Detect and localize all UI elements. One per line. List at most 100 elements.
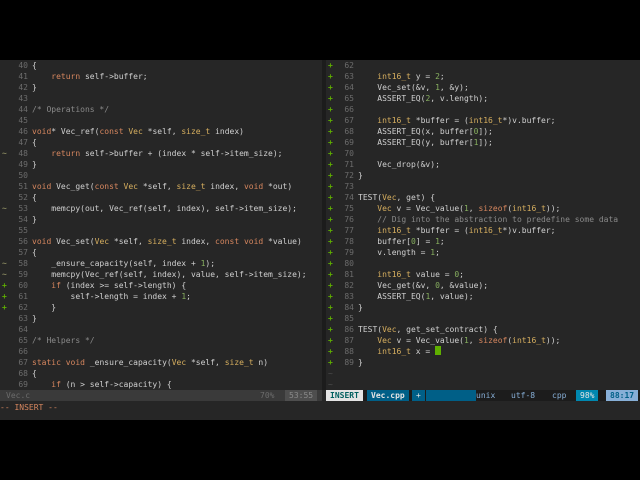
left-code-line[interactable]: 45 (0, 115, 322, 126)
code-text[interactable]: { (32, 192, 37, 203)
code-text[interactable]: } (32, 82, 37, 93)
command-line[interactable]: -- INSERT -- (0, 402, 640, 413)
code-text[interactable]: } (358, 357, 363, 368)
right-code-line[interactable]: +68 ASSERT_EQ(x, buffer[0]); (326, 126, 640, 137)
left-code-line[interactable]: 49} (0, 159, 322, 170)
left-code-line[interactable]: 52 { (0, 192, 322, 203)
left-code-line[interactable]: 66 (0, 346, 322, 357)
left-code-line[interactable]: 46 void* Vec_ref(const Vec *self, size_t … (0, 126, 322, 137)
right-code-line[interactable]: +70 (326, 148, 640, 159)
right-code-line[interactable]: +76 // Dig into the abstraction to prede… (326, 214, 640, 225)
left-code-line[interactable]: 51 void Vec_get(const Vec *self, size_t i… (0, 181, 322, 192)
code-text[interactable]: } (32, 302, 56, 313)
left-code-line[interactable]: 47 { (0, 137, 322, 148)
right-code-line[interactable]: +80 (326, 258, 640, 269)
right-code-line[interactable]: +85 (326, 313, 640, 324)
code-text[interactable]: if (n > self->capacity) { (32, 379, 171, 390)
code-text[interactable]: Vec v = Vec_value(1, sizeof(int16_t)); (358, 335, 560, 346)
left-code-line[interactable]: 55 (0, 225, 322, 236)
code-text[interactable]: } (358, 170, 363, 181)
right-code-line[interactable]: +64 Vec_set(&v, 1, &y); (326, 82, 640, 93)
code-text[interactable]: { (32, 368, 37, 379)
code-text[interactable]: memcpy(Vec_ref(self, index), value, self… (32, 269, 306, 280)
code-text[interactable]: } (358, 302, 363, 313)
left-code-line[interactable]: 43 (0, 93, 322, 104)
left-code-line[interactable]: 56 void Vec_set(Vec *self, size_t index, … (0, 236, 322, 247)
code-text[interactable]: // Dig into the abstraction to predefine… (358, 214, 618, 225)
left-code-line[interactable]: 67 static void _ensure_capacity(Vec *self… (0, 357, 322, 368)
left-code-line[interactable]: 41 return self->buffer; (0, 71, 322, 82)
right-code-line[interactable]: +79 v.length = 1; (326, 247, 640, 258)
code-text[interactable]: return self->buffer; (32, 71, 147, 82)
left-code-line[interactable]: 63} (0, 313, 322, 324)
code-text[interactable]: v.length = 1; (358, 247, 440, 258)
code-text[interactable]: TEST(Vec, get_set_contract) { (358, 324, 498, 335)
right-code-line[interactable]: +81 int16_t value = 0; (326, 269, 640, 280)
code-text[interactable]: buffer[0] = 1; (358, 236, 444, 247)
code-text[interactable]: void* Vec_ref(const Vec *self, size_t in… (32, 126, 244, 137)
right-code-line[interactable]: +62 (326, 60, 640, 71)
code-text[interactable]: } (32, 214, 37, 225)
left-code-line[interactable]: 54} (0, 214, 322, 225)
right-code-line[interactable]: +89} (326, 357, 640, 368)
code-text[interactable]: Vec_get(&v, 0, &value); (358, 280, 488, 291)
code-text[interactable]: int16_t *buffer = (int16_t*)v.buffer; (358, 225, 555, 236)
left-code-line[interactable]: 50 (0, 170, 322, 181)
code-text[interactable]: self->length = index + 1; (32, 291, 191, 302)
right-code-line[interactable]: +67 int16_t *buffer = (int16_t*)v.buffer… (326, 115, 640, 126)
right-code-line[interactable]: +69 ASSERT_EQ(y, buffer[1]); (326, 137, 640, 148)
left-code-line[interactable]: ~53 memcpy(out, Vec_ref(self, index), se… (0, 203, 322, 214)
code-text[interactable]: void Vec_set(Vec *self, size_t index, co… (32, 236, 302, 247)
right-code-line[interactable]: +86 TEST(Vec, get_set_contract) { (326, 324, 640, 335)
right-code-line[interactable]: +84} (326, 302, 640, 313)
left-code-line[interactable]: ~59 memcpy(Vec_ref(self, index), value, … (0, 269, 322, 280)
code-text[interactable]: _ensure_capacity(self, index + 1); (32, 258, 215, 269)
code-text[interactable]: Vec v = Vec_value(1, sizeof(int16_t)); (358, 203, 560, 214)
code-text[interactable]: memcpy(out, Vec_ref(self, index), self->… (32, 203, 297, 214)
right-code-line[interactable]: +87 Vec v = Vec_value(1, sizeof(int16_t)… (326, 335, 640, 346)
code-text[interactable]: { (32, 137, 37, 148)
code-text[interactable]: if (index >= self->length) { (32, 280, 186, 291)
left-code-line[interactable]: 64 (0, 324, 322, 335)
right-code-line[interactable]: +78 buffer[0] = 1; (326, 236, 640, 247)
left-code-line[interactable]: 40 { (0, 60, 322, 71)
code-text[interactable]: { (32, 247, 37, 258)
code-text[interactable]: ASSERT_EQ(x, buffer[0]); (358, 126, 493, 137)
right-code-line[interactable]: +83 ASSERT_EQ(1, value); (326, 291, 640, 302)
right-code-line[interactable]: +65 ASSERT_EQ(2, v.length); (326, 93, 640, 104)
right-code-line[interactable]: +88 int16_t x = (326, 346, 640, 357)
code-text[interactable]: ASSERT_EQ(2, v.length); (358, 93, 488, 104)
right-code-line[interactable]: +66 (326, 104, 640, 115)
right-code-line[interactable]: +73 (326, 181, 640, 192)
right-code-line[interactable]: +77 int16_t *buffer = (int16_t*)v.buffer… (326, 225, 640, 236)
left-code-line[interactable]: 44 /* Operations */ (0, 104, 322, 115)
right-code-line[interactable]: +63 int16_t y = 2; (326, 71, 640, 82)
right-code-line[interactable]: +75 Vec v = Vec_value(1, sizeof(int16_t)… (326, 203, 640, 214)
code-text[interactable]: /* Operations */ (32, 104, 109, 115)
code-text[interactable]: static void _ensure_capacity(Vec *self, … (32, 357, 268, 368)
code-text[interactable]: int16_t x = (358, 346, 442, 357)
code-text[interactable]: TEST(Vec, get) { (358, 192, 435, 203)
code-text[interactable]: int16_t *buffer = (int16_t*)v.buffer; (358, 115, 555, 126)
left-code-line[interactable]: 65 /* Helpers */ (0, 335, 322, 346)
left-code-line[interactable]: 69 if (n > self->capacity) { (0, 379, 322, 390)
right-code-line[interactable]: +82 Vec_get(&v, 0, &value); (326, 280, 640, 291)
left-code-line[interactable]: +62 } (0, 302, 322, 313)
code-text[interactable]: } (32, 159, 37, 170)
right-code-line[interactable]: +71 Vec_drop(&v); (326, 159, 640, 170)
right-code-line[interactable]: +72} (326, 170, 640, 181)
code-text[interactable]: ASSERT_EQ(1, value); (358, 291, 473, 302)
code-text[interactable]: void Vec_get(const Vec *self, size_t ind… (32, 181, 292, 192)
left-code-line[interactable]: 57 { (0, 247, 322, 258)
code-text[interactable]: Vec_set(&v, 1, &y); (358, 82, 469, 93)
right-editor-pane[interactable]: +62 +63 int16_t y = 2; +64 Vec_set(&v, 1, … (326, 60, 640, 390)
left-code-line[interactable]: +61 self->length = index + 1; (0, 291, 322, 302)
code-text[interactable]: int16_t y = 2; (358, 71, 444, 82)
left-code-line[interactable]: ~58 _ensure_capacity(self, index + 1); (0, 258, 322, 269)
left-editor-pane[interactable]: 40{41 return self->buffer; 42} 43 44/* Oper… (0, 60, 322, 390)
code-text[interactable]: Vec_drop(&v); (358, 159, 440, 170)
code-text[interactable]: return self->buffer + (index * self->ite… (32, 148, 282, 159)
code-text[interactable]: int16_t value = 0; (358, 269, 464, 280)
left-code-line[interactable]: +60 if (index >= self->length) { (0, 280, 322, 291)
right-code-line[interactable]: +74 TEST(Vec, get) { (326, 192, 640, 203)
